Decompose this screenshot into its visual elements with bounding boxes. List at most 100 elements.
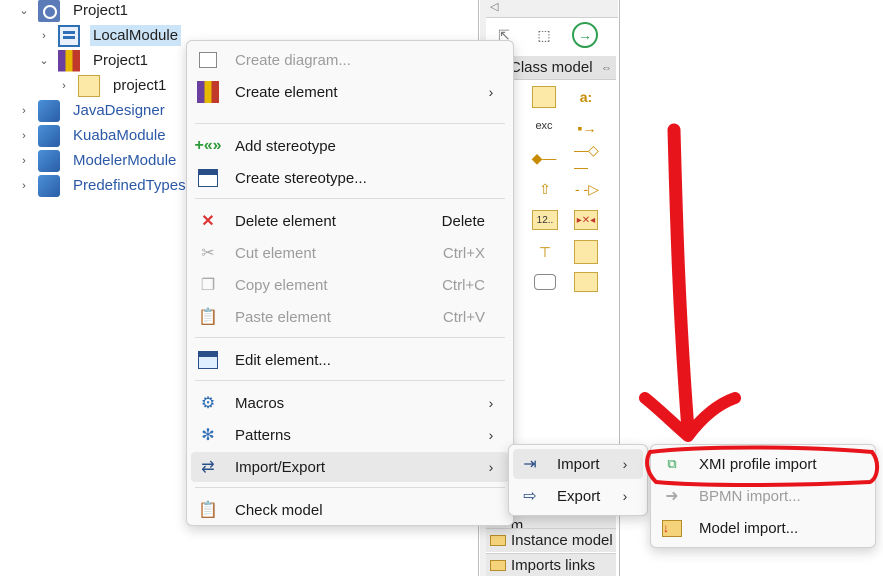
tree-item-javadesigner[interactable]: › JavaDesigner xyxy=(16,98,168,123)
dependency-tool-icon[interactable]: ▪→ xyxy=(574,118,600,138)
chevron-right-icon[interactable]: › xyxy=(36,30,52,42)
chevron-right-icon: › xyxy=(488,427,494,443)
import-submenu: ⧉ XMI profile import ➜ BPMN import... Mo… xyxy=(650,444,876,548)
class-tool-icon[interactable] xyxy=(532,86,556,108)
folder-icon xyxy=(490,560,506,571)
enumeration-tool-icon[interactable]: 12.. xyxy=(532,210,558,230)
menu-item-create-diagram[interactable]: Create diagram... xyxy=(191,45,509,75)
tree-item-label: PredefinedTypes xyxy=(73,177,186,194)
attribute-tool-label: a: xyxy=(579,89,593,105)
tree-item-label: project1 xyxy=(113,77,167,94)
create-element-icon xyxy=(197,81,219,103)
menu-item-shortcut: Ctrl+X xyxy=(442,244,485,262)
tree-item-project1-root[interactable]: ⌄ Project1 xyxy=(16,0,131,23)
tree-item-label: KuabaModule xyxy=(73,127,166,144)
menu-separator xyxy=(195,380,505,381)
menu-item-label: Copy element xyxy=(235,276,328,294)
submenu-item-bpmn-import[interactable]: ➜ BPMN import... xyxy=(655,481,871,511)
submenu-item-import[interactable]: ⇥ Import › xyxy=(513,449,643,479)
menu-item-copy-element[interactable]: ❐ Copy element Ctrl+C xyxy=(191,270,509,300)
association-class-tool-icon[interactable]: —◇— xyxy=(574,142,600,175)
chevron-right-icon[interactable]: › xyxy=(16,105,32,117)
composition-tool-icon[interactable]: ◆— xyxy=(530,148,558,168)
menu-item-label: Import xyxy=(557,455,600,473)
chevron-right-icon[interactable]: › xyxy=(16,180,32,192)
tree-item-label: JavaDesigner xyxy=(73,102,165,119)
template-tool-icon[interactable] xyxy=(574,240,598,264)
menu-item-macros[interactable]: ⚙ Macros › xyxy=(191,388,509,418)
attribute-tool-icon[interactable]: a: xyxy=(574,86,598,108)
menu-item-cut-element[interactable]: ✂ Cut element Ctrl+X xyxy=(191,238,509,268)
submenu-item-model-import[interactable]: Model import... xyxy=(655,513,871,543)
generalization-tool-icon[interactable]: ⇧ xyxy=(534,178,556,200)
menu-item-edit-element[interactable]: Edit element... xyxy=(191,345,509,375)
check-model-icon: 📋 xyxy=(198,502,218,519)
realization-tool-icon[interactable]: - -▷ xyxy=(574,178,600,200)
tree-item-project1-model[interactable]: ⌄ Project1 xyxy=(36,48,151,73)
tree-item-project1-package[interactable]: › project1 xyxy=(56,73,169,98)
patterns-icon: ✻ xyxy=(201,427,215,444)
menu-separator xyxy=(195,123,505,124)
annotation-arrow-head xyxy=(639,392,741,442)
operation-tool-icon[interactable]: ▸✕◂ xyxy=(574,210,598,230)
menu-item-label: Macros xyxy=(235,394,285,412)
tree-item-label: LocalModule xyxy=(90,25,182,46)
menu-item-patterns[interactable]: ✻ Patterns › xyxy=(191,420,509,450)
menu-item-label: Edit element... xyxy=(235,351,331,369)
chevron-down-icon[interactable]: ⌄ xyxy=(16,4,32,17)
chevron-right-icon: › xyxy=(622,456,628,472)
chevron-right-icon[interactable]: › xyxy=(56,80,72,92)
menu-item-add-stereotype[interactable]: +«» Add stereotype xyxy=(191,131,509,161)
navigate-arrow-icon[interactable]: → xyxy=(572,22,598,48)
chevron-right-icon[interactable]: › xyxy=(16,130,32,142)
note-tool-icon[interactable] xyxy=(534,274,556,290)
project-icon xyxy=(38,0,60,22)
tree-item-localmodule[interactable]: › LocalModule xyxy=(36,23,182,48)
palette-category-imports-links[interactable]: Imports links xyxy=(486,553,616,576)
tree-item-predefinedtypes[interactable]: › PredefinedTypes xyxy=(16,173,189,198)
package-icon xyxy=(78,74,100,97)
menu-item-paste-element[interactable]: 📋 Paste element Ctrl+V xyxy=(191,302,509,332)
submenu-item-export[interactable]: ⇨ Export › xyxy=(513,481,643,511)
tree-item-kuabamodule[interactable]: › KuabaModule xyxy=(16,123,169,148)
menu-separator xyxy=(195,487,505,488)
port-tool-icon[interactable]: ⊤ xyxy=(532,240,558,264)
menu-item-label: Check model xyxy=(235,501,323,519)
chevron-down-icon[interactable]: ⌄ xyxy=(36,54,52,67)
bpmn-import-icon: ➜ xyxy=(665,488,679,505)
chevron-right-icon: › xyxy=(622,488,628,504)
import-icon: ⇥ xyxy=(523,456,537,473)
chevron-right-icon[interactable]: › xyxy=(16,155,32,167)
pin-icon[interactable]: ⇔ xyxy=(601,62,612,74)
enumeration-tool-label: 12.. xyxy=(536,214,554,226)
menu-item-label: Cut element xyxy=(235,244,316,262)
model-import-icon xyxy=(661,517,683,539)
menu-item-create-element[interactable]: Create element › xyxy=(191,77,509,107)
marquee-select-icon[interactable]: ⬚ xyxy=(532,24,556,46)
add-stereotype-icon: +«» xyxy=(194,137,222,154)
menu-item-import-export[interactable]: ⇄ Import/Export › xyxy=(191,452,509,482)
menu-item-label: Create diagram... xyxy=(235,51,351,69)
submenu-item-xmi-profile-import[interactable]: ⧉ XMI profile import xyxy=(655,449,871,479)
tree-item-modelermodule[interactable]: › ModelerModule xyxy=(16,148,179,173)
chevron-right-icon: › xyxy=(488,459,494,475)
tree-item-label: Project1 xyxy=(73,2,129,19)
package-tool-icon[interactable] xyxy=(574,272,598,292)
menu-item-label: Delete element xyxy=(235,212,336,230)
module-icon xyxy=(58,24,80,47)
palette-category-instance-model[interactable]: Instance model xyxy=(486,528,616,552)
module-cube-icon xyxy=(38,99,60,122)
menu-item-label: Patterns xyxy=(235,426,291,444)
menu-item-check-model[interactable]: 📋 Check model xyxy=(191,495,509,525)
menu-item-create-stereotype[interactable]: Create stereotype... xyxy=(191,163,509,193)
xmi-import-icon: ⧉ xyxy=(667,456,677,471)
menu-item-delete-element[interactable]: ✕ Delete element Delete xyxy=(191,206,509,236)
palette-collapse-button[interactable]: ◁ xyxy=(486,0,618,18)
module-cube-icon xyxy=(38,124,60,147)
category-label: Class model xyxy=(510,59,593,76)
menu-separator xyxy=(195,198,505,199)
exception-tool-icon[interactable]: exc xyxy=(530,114,558,138)
menu-item-label: Create stereotype... xyxy=(235,169,367,187)
category-label: Instance model xyxy=(511,532,613,549)
context-menu: Create diagram... Create element › +«» A… xyxy=(186,40,514,526)
